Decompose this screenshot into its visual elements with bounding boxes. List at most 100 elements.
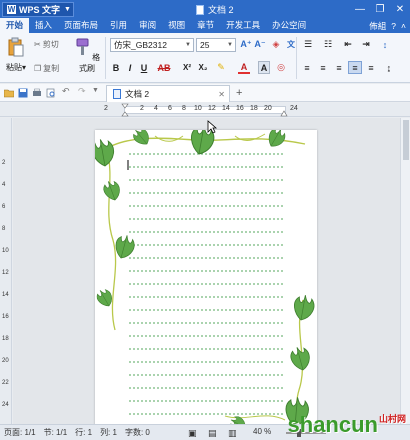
ruler-number: 6	[2, 204, 6, 210]
font-name-select[interactable]: 仿宋_GB2312 ▼	[110, 38, 194, 52]
print-icon[interactable]	[32, 88, 42, 98]
ruler-number: 8	[2, 226, 6, 232]
ruler-number: 24	[2, 402, 9, 408]
ruler-number: 2	[104, 105, 108, 112]
zoom-level[interactable]: 40 %	[253, 427, 271, 436]
ruler-number: 10	[2, 248, 9, 254]
ruler-number: 14	[222, 105, 230, 112]
tab-developer[interactable]: 开发工具	[220, 18, 266, 33]
right-indent-marker-icon[interactable]	[280, 110, 288, 117]
open-folder-icon[interactable]	[4, 88, 14, 98]
ruler-number: 20	[2, 358, 9, 364]
cut-button[interactable]: ✂ 剪切	[34, 39, 59, 50]
close-tab-icon[interactable]: ✕	[218, 90, 225, 99]
app-menu-button[interactable]: W WPS 文字 ▼	[2, 2, 74, 17]
tab-home[interactable]: 开始	[0, 18, 30, 33]
tab-review[interactable]: 审阅	[133, 18, 162, 33]
format-painter-button[interactable]: 格式刷	[72, 37, 102, 74]
restore-icon[interactable]: ❐	[370, 0, 390, 18]
char-border-icon[interactable]: ◎	[275, 61, 287, 74]
shrink-font-button[interactable]: A⁻	[254, 38, 266, 51]
minimize-icon[interactable]: —	[350, 0, 370, 18]
char-shading-button[interactable]: A	[258, 61, 270, 74]
increase-indent-icon[interactable]: ⇥	[358, 38, 374, 51]
tab-page-layout[interactable]: 页面布局	[58, 18, 104, 33]
help-icon[interactable]: ?	[391, 21, 396, 31]
chevron-down-icon: ▼	[64, 6, 71, 13]
print-preview-icon[interactable]	[46, 88, 56, 98]
outline-view-icon[interactable]: ▤	[208, 428, 217, 439]
ruler-number: 12	[208, 105, 216, 112]
ruler-number: 10	[194, 105, 202, 112]
chevron-down-icon[interactable]: ▼	[92, 87, 102, 97]
divider	[105, 37, 106, 79]
document-tab[interactable]: 文档 2 ✕	[106, 85, 230, 102]
redo-icon[interactable]: ↷	[78, 86, 88, 96]
document-icon	[113, 89, 121, 99]
clear-format-icon[interactable]: ◈	[270, 38, 282, 51]
document-page[interactable]	[90, 123, 317, 424]
subscript-button[interactable]: X₂	[196, 61, 210, 74]
grow-font-button[interactable]: A⁺	[240, 38, 252, 51]
align-left-icon[interactable]: ≡	[300, 61, 314, 74]
mouse-pointer-icon	[207, 120, 217, 134]
ruler-number: 4	[154, 105, 158, 112]
ruler-number: 18	[2, 336, 9, 342]
vertical-scrollbar[interactable]	[400, 118, 410, 424]
align-right-icon[interactable]: ≡	[332, 61, 346, 74]
save-icon[interactable]	[18, 88, 28, 98]
sort-icon[interactable]: ↕	[378, 38, 392, 51]
ribbon-tabs: 开始 插入 页面布局 引用 审阅 视图 章节 开发工具 办公空间 佈組 ? ˄	[0, 18, 410, 33]
copy-button[interactable]: ❐ 复制	[34, 63, 59, 74]
vine-border-decoration	[90, 123, 317, 424]
ruler-number: 4	[2, 182, 6, 188]
vertical-ruler: 2 4 6 8 10 12 14 16 18 20 22 24	[0, 118, 12, 424]
decrease-indent-icon[interactable]: ⇤	[340, 38, 356, 51]
tab-sections[interactable]: 章节	[191, 18, 220, 33]
page-view-icon[interactable]: ▣	[188, 428, 197, 439]
numbering-icon[interactable]: ☷	[320, 38, 336, 51]
indent-marker-icon[interactable]	[121, 103, 129, 117]
sync-label[interactable]: 佈組	[369, 20, 386, 32]
app-name: WPS 文字	[19, 5, 61, 15]
ruler-number: 16	[2, 314, 9, 320]
page-content	[90, 123, 317, 424]
copy-label: 复制	[43, 64, 60, 73]
close-icon[interactable]: ✕	[390, 0, 410, 18]
collapse-icon[interactable]: ˄	[401, 21, 406, 31]
new-tab-button[interactable]: +	[236, 87, 242, 99]
highlight-icon[interactable]: ✎	[215, 61, 227, 74]
font-size-select[interactable]: 25 ▼	[196, 38, 236, 52]
tab-view[interactable]: 视图	[162, 18, 191, 33]
font-size-value: 25	[200, 40, 210, 50]
web-view-icon[interactable]: ▥	[228, 428, 237, 439]
bullets-icon[interactable]: ☰	[300, 38, 316, 51]
distributed-icon[interactable]: ≡	[364, 61, 378, 74]
tab-references[interactable]: 引用	[104, 18, 133, 33]
font-color-button[interactable]: A	[238, 61, 250, 74]
word-count[interactable]: 字数: 0	[125, 427, 150, 438]
strikethrough-button[interactable]: AB	[156, 61, 172, 74]
copy-icon: ❐	[34, 64, 42, 73]
column-indicator: 列: 1	[100, 428, 117, 437]
tab-insert[interactable]: 插入	[29, 18, 58, 33]
chevron-down-icon: ▼	[227, 42, 233, 48]
document-canvas[interactable]	[13, 118, 400, 424]
superscript-button[interactable]: X²	[180, 61, 194, 74]
scrollbar-thumb[interactable]	[403, 120, 409, 160]
bold-button[interactable]: B	[110, 61, 122, 74]
italic-button[interactable]: I	[124, 61, 136, 74]
underline-button[interactable]: U	[138, 61, 150, 74]
paste-label: 粘贴	[5, 63, 22, 72]
tab-office-space[interactable]: 办公空间	[266, 18, 312, 33]
undo-icon[interactable]: ↶	[62, 86, 72, 96]
section-indicator: 节: 1/1	[43, 428, 68, 437]
line-spacing-icon[interactable]: ↨	[382, 61, 396, 74]
ruler-number: 2	[2, 160, 6, 166]
ruler-number: 24	[290, 105, 298, 112]
cut-label: 剪切	[42, 40, 59, 49]
ruler-number: 20	[264, 105, 272, 112]
align-center-icon[interactable]: ≡	[316, 61, 330, 74]
justify-icon[interactable]: ≡	[348, 61, 362, 74]
paste-button[interactable]: 粘贴▾	[4, 37, 28, 73]
